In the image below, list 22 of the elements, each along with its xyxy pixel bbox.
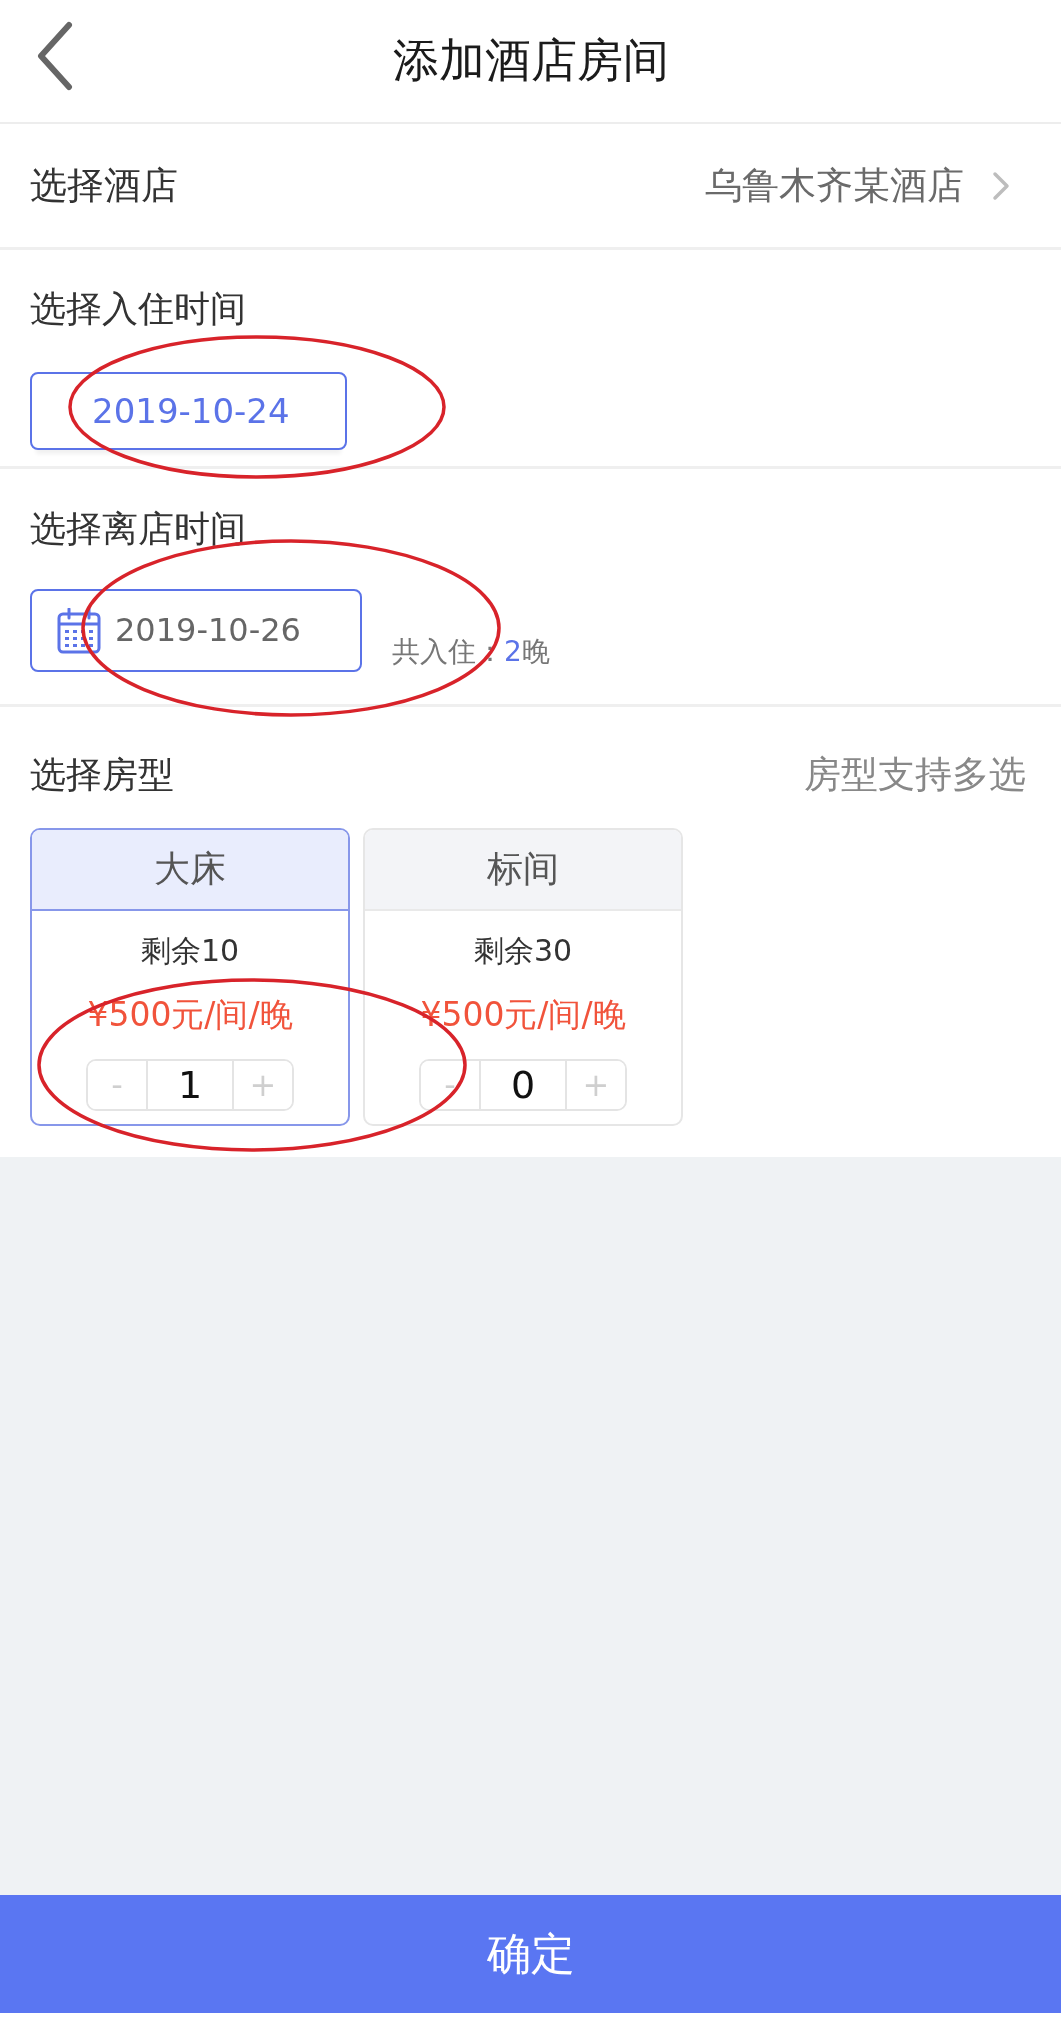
room-type-name: 大床	[32, 830, 348, 911]
check-out-date-field[interactable]: 2019-10-26	[30, 589, 362, 672]
room-type-name: 标间	[365, 830, 681, 911]
multi-select-hint: 房型支持多选	[804, 752, 1026, 798]
page-title: 添加酒店房间	[391, 33, 670, 89]
check-out-label: 选择离店时间	[30, 507, 247, 551]
check-out-date: 2019-10-26	[115, 611, 301, 650]
hotel-name[interactable]: 乌鲁木齐某酒店	[705, 160, 964, 211]
check-in-date-field[interactable]: 2019-10-24	[30, 372, 347, 450]
room-type-card[interactable]: 大床 剩余10 ¥500元/间/晚 - 1 +	[30, 828, 350, 1126]
room-type-card[interactable]: 标间 剩余30 ¥500元/间/晚 - 0 +	[363, 828, 683, 1126]
room-type-label: 选择房型	[30, 753, 174, 797]
chevron-right-icon	[992, 170, 1010, 201]
hotel-label: 选择酒店	[30, 162, 178, 209]
check-in-date: 2019-10-24	[92, 390, 290, 432]
room-price: ¥500元/间/晚	[87, 994, 293, 1036]
room-price: ¥500元/间/晚	[420, 994, 626, 1036]
confirm-button[interactable]: 确定	[0, 1895, 1061, 2013]
rooms-remaining: 剩余30	[473, 932, 573, 970]
chevron-left-icon	[35, 21, 75, 91]
rooms-remaining: 剩余10	[140, 932, 240, 970]
check-in-label: 选择入住时间	[30, 287, 247, 331]
